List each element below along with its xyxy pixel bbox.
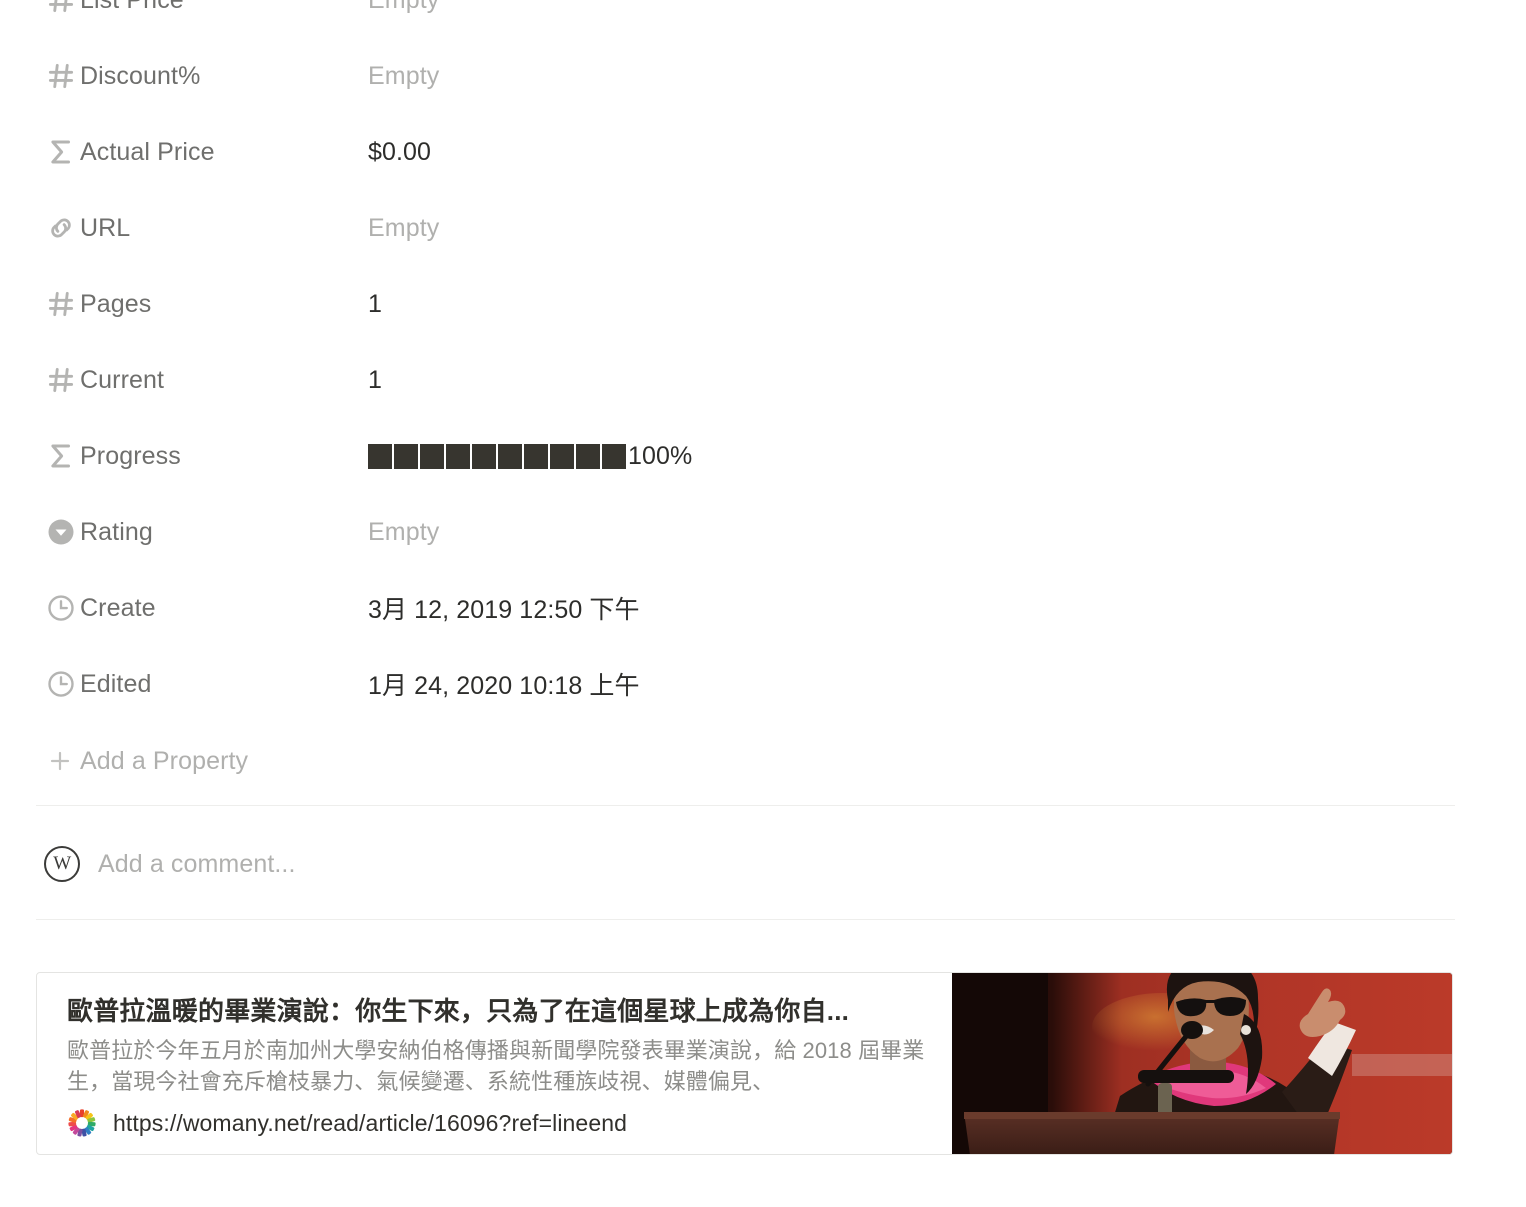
property-label: Create: [80, 593, 156, 622]
property-label: Discount%: [80, 61, 201, 90]
property-value[interactable]: 100%: [368, 442, 692, 471]
add-property-button[interactable]: Add a Property: [46, 740, 248, 782]
bookmark-url[interactable]: https://womany.net/read/article/16096?re…: [113, 1110, 627, 1137]
property-value[interactable]: Empty: [368, 0, 439, 15]
property-row[interactable]: List PriceEmpty: [0, 0, 1526, 38]
page-root: List PriceEmptyDiscount%EmptyActual Pric…: [0, 0, 1526, 1207]
comment-input[interactable]: Add a comment...: [98, 850, 296, 879]
property-value[interactable]: 1月 24, 2020 10:18 上午: [368, 666, 640, 702]
number-icon: [46, 61, 80, 91]
number-icon: [46, 0, 80, 15]
select-icon: [46, 517, 80, 547]
property-label: List Price: [80, 0, 368, 15]
divider-above-comment: [36, 805, 1455, 806]
property-label: Current: [80, 365, 165, 394]
bookmark-description: 歐普拉於今年五月於南加州大學安納伯格傳播與新聞學院發表畢業演說，給 2018 屆…: [67, 1037, 925, 1095]
formula-icon: [46, 441, 80, 471]
property-label: Rating: [80, 517, 153, 546]
property-list: List PriceEmptyDiscount%EmptyActual Pric…: [0, 0, 1526, 722]
property-value[interactable]: Empty: [368, 62, 439, 91]
clock-icon: [46, 669, 80, 699]
bookmark-link-row[interactable]: https://womany.net/read/article/16096?re…: [67, 1108, 926, 1138]
property-row[interactable]: Progress 100%: [0, 418, 1526, 494]
property-row[interactable]: Rating Empty: [0, 494, 1526, 570]
clock-icon: [46, 593, 80, 623]
property-row[interactable]: Pages 1: [0, 266, 1526, 342]
divider-below-comment: [36, 919, 1455, 920]
property-row[interactable]: Create 3月 12, 2019 12:50 下午: [0, 570, 1526, 646]
property-value[interactable]: Empty: [368, 518, 439, 547]
property-row[interactable]: Discount% Empty: [0, 38, 1526, 114]
number-icon: [46, 289, 80, 319]
property-row[interactable]: Current 1: [0, 342, 1526, 418]
bookmark-thumbnail: [952, 973, 1452, 1154]
progress-bar: 100%: [368, 442, 692, 471]
property-label: Actual Price: [80, 137, 215, 166]
womany-rainbow-icon: [67, 1108, 97, 1138]
avatar: W: [44, 846, 80, 882]
property-value[interactable]: 1: [368, 366, 382, 395]
progress-blocks: [368, 443, 626, 469]
property-label: Pages: [80, 289, 152, 318]
progress-percent-label: 100%: [628, 441, 693, 470]
property-label: Edited: [80, 669, 152, 698]
property-value[interactable]: 3月 12, 2019 12:50 下午: [368, 590, 640, 626]
add-property-label: Add a Property: [80, 746, 249, 775]
property-row[interactable]: URL Empty: [0, 190, 1526, 266]
link-icon: [46, 213, 80, 243]
bookmark-card[interactable]: 歐普拉溫暖的畢業演說：你生下來，只為了在這個星球上成為你自... 歐普拉於今年五…: [36, 972, 1453, 1155]
property-value[interactable]: Empty: [368, 214, 439, 243]
number-icon: [46, 365, 80, 395]
bookmark-text: 歐普拉溫暖的畢業演說：你生下來，只為了在這個星球上成為你自... 歐普拉於今年五…: [37, 973, 952, 1154]
property-value[interactable]: $0.00: [368, 138, 431, 167]
bookmark-title: 歐普拉溫暖的畢業演說：你生下來，只為了在這個星球上成為你自...: [67, 996, 850, 1026]
property-label: Progress: [80, 441, 181, 470]
property-label: URL: [80, 213, 131, 242]
property-value[interactable]: 1: [368, 290, 382, 319]
formula-icon: [46, 137, 80, 167]
property-row[interactable]: Edited 1月 24, 2020 10:18 上午: [0, 646, 1526, 722]
property-row[interactable]: Actual Price $0.00: [0, 114, 1526, 190]
comment-composer[interactable]: W Add a comment...: [44, 841, 296, 887]
plus-icon: [46, 747, 80, 775]
